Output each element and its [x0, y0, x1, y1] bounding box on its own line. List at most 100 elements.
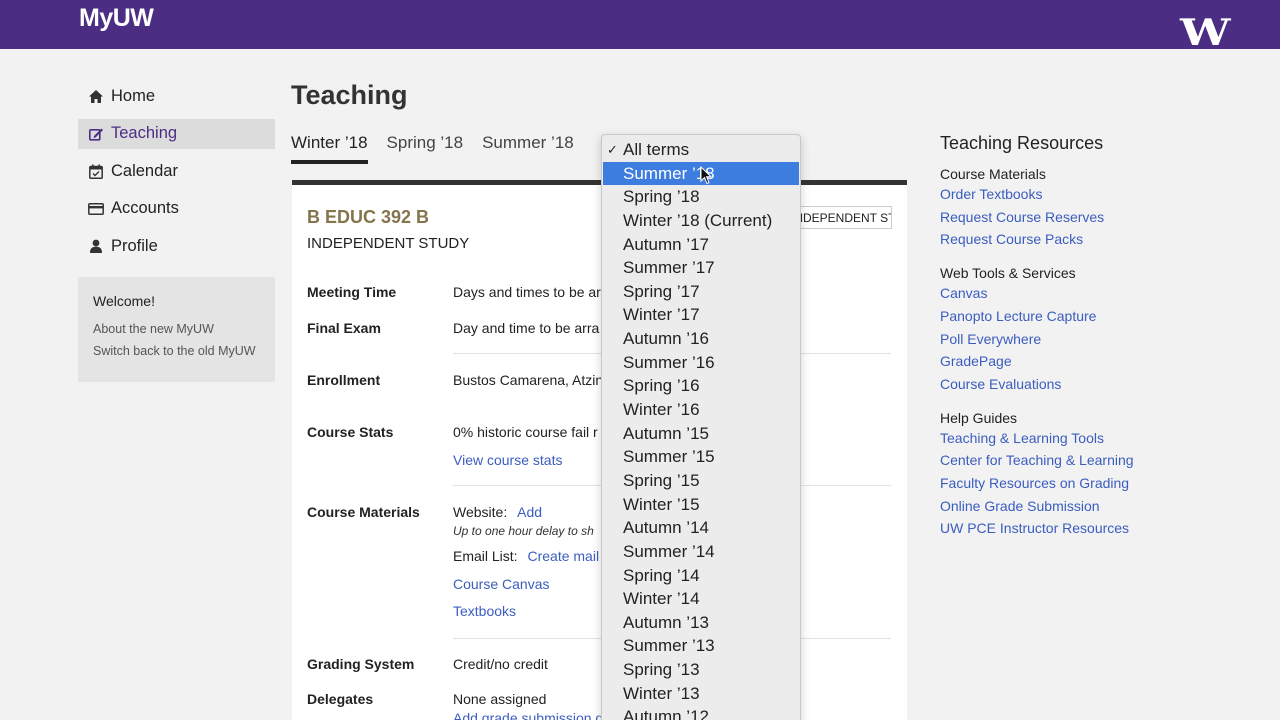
create-mailing-list-link[interactable]: Create mail [527, 548, 599, 564]
sidebar-item-calendar[interactable]: Calendar [78, 156, 275, 186]
delegates-value: None assigned [453, 691, 547, 707]
course-canvas-link[interactable]: Course Canvas [453, 576, 550, 592]
final-exam-value: Day and time to be arra [453, 320, 600, 336]
sidebar-item-teaching[interactable]: Teaching [78, 118, 275, 149]
checkmark-icon: ✓ [607, 142, 618, 157]
email-list-label: Email List: [453, 548, 518, 564]
request-course-reserves-link[interactable]: Request Course Reserves [940, 209, 1240, 227]
uw-w-logo[interactable]: W [1180, 15, 1231, 51]
dropdown-option[interactable]: ✓ All terms [602, 138, 800, 162]
sidebar-item-profile[interactable]: Profile [78, 231, 275, 261]
home-icon [88, 88, 104, 104]
view-course-stats-link[interactable]: View course stats [453, 452, 562, 468]
final-exam-label: Final Exam [307, 320, 381, 336]
dropdown-option[interactable]: Spring ’14 [602, 564, 800, 588]
dropdown-option[interactable]: Summer ’14 [602, 540, 800, 564]
dropdown-option[interactable]: Winter ’17 [602, 303, 800, 327]
myuw-logo[interactable]: MyUW [79, 4, 154, 33]
dropdown-option[interactable]: Autumn ’13 [602, 611, 800, 635]
grading-system-value: Credit/no credit [453, 656, 548, 672]
order-textbooks-link[interactable]: Order Textbooks [940, 186, 1240, 204]
dropdown-option[interactable]: Spring ’13 [602, 658, 800, 682]
meeting-time-label: Meeting Time [307, 284, 397, 300]
top-bar: MyUW W [0, 0, 1280, 51]
canvas-link[interactable]: Canvas [940, 285, 1240, 303]
resources-title: Teaching Resources [940, 133, 1104, 153]
tab-summer-18[interactable]: Summer ’18 [482, 133, 574, 164]
dropdown-option[interactable]: Spring ’16 [602, 374, 800, 398]
course-name: INDEPENDENT STUDY [307, 235, 470, 252]
sidebar-nav: Home Teaching Calendar Accounts Profile [78, 81, 275, 269]
enrollment-label: Enrollment [307, 372, 381, 388]
tab-spring-18[interactable]: Spring ’18 [387, 133, 464, 164]
teaching-learning-tools-link[interactable]: Teaching & Learning Tools [940, 430, 1240, 448]
panopto-link[interactable]: Panopto Lecture Capture [940, 308, 1240, 326]
sidebar-item-label: Home [111, 86, 156, 105]
dropdown-option[interactable]: Spring ’18 [602, 185, 800, 209]
dropdown-option[interactable]: Winter ’18 (Current) [602, 209, 800, 233]
edit-icon [88, 126, 104, 142]
dropdown-option[interactable]: Winter ’15 [602, 493, 800, 517]
credit-card-icon [88, 201, 104, 217]
dropdown-option[interactable]: Summer ’15 [602, 445, 800, 469]
about-new-myuw-link[interactable]: About the new MyUW [93, 322, 260, 336]
welcome-panel: Welcome! About the new MyUW Switch back … [78, 277, 275, 382]
request-course-packs-link[interactable]: Request Course Packs [940, 231, 1240, 249]
sidebar-item-label: Teaching [111, 124, 178, 142]
dropdown-option[interactable]: Spring ’15 [602, 469, 800, 493]
switch-old-myuw-link[interactable]: Switch back to the old MyUW [93, 344, 260, 358]
sidebar-item-label: Calendar [111, 161, 178, 180]
textbooks-link[interactable]: Textbooks [453, 603, 516, 619]
grading-system-label: Grading System [307, 656, 415, 672]
dropdown-option[interactable]: Summer ’17 [602, 256, 800, 280]
course-materials-label: Course Materials [307, 504, 420, 520]
sidebar-item-label: Accounts [111, 199, 179, 217]
sidebar-item-accounts[interactable]: Accounts [78, 194, 275, 224]
calendar-icon [88, 163, 104, 179]
dropdown-option[interactable]: Autumn ’14 [602, 516, 800, 540]
dropdown-option[interactable]: Summer ’13 [602, 634, 800, 658]
section-type-badge: INDEPENDENT STUDY [790, 206, 892, 229]
gradepage-link[interactable]: GradePage [940, 353, 1240, 371]
course-code: B EDUC 392 B [307, 207, 430, 227]
center-teaching-learning-link[interactable]: Center for Teaching & Learning [940, 452, 1240, 470]
dropdown-option[interactable]: Spring ’17 [602, 280, 800, 304]
page-title: Teaching [291, 80, 408, 110]
resource-group-title: Web Tools & Services [940, 265, 1076, 282]
sidebar-item-home[interactable]: Home [78, 81, 275, 111]
course-evaluations-link[interactable]: Course Evaluations [940, 376, 1240, 394]
dropdown-option[interactable]: Winter ’13 [602, 682, 800, 706]
delegates-label: Delegates [307, 691, 374, 707]
dropdown-option[interactable]: Autumn ’15 [602, 422, 800, 446]
dropdown-option[interactable]: Winter ’16 [602, 398, 800, 422]
website-delay-note: Up to one hour delay to sh [453, 524, 594, 538]
course-stats-value: 0% historic course fail r [453, 424, 598, 440]
term-select-dropdown[interactable]: ✓ All terms Summer ’18 Spring ’18 Winter … [601, 134, 801, 720]
course-card: B EDUC 392 B INDEPENDENT STUDY INDEPENDE… [292, 180, 907, 720]
dropdown-option[interactable]: Autumn ’12 [602, 705, 800, 720]
meeting-time-value: Days and times to be ar [453, 284, 601, 300]
welcome-title: Welcome! [93, 293, 155, 309]
add-grade-submission-link[interactable]: Add grade submission d [453, 710, 603, 720]
online-grade-submission-link[interactable]: Online Grade Submission [940, 498, 1240, 516]
dropdown-option[interactable]: Autumn ’16 [602, 327, 800, 351]
uw-pce-resources-link[interactable]: UW PCE Instructor Resources [940, 520, 1240, 538]
tab-winter-18[interactable]: Winter ’18 [291, 133, 368, 164]
user-icon [88, 238, 104, 254]
dropdown-option[interactable]: Autumn ’17 [602, 233, 800, 257]
website-row: Website: Add [453, 504, 542, 520]
resource-group-title: Course Materials [940, 166, 1046, 182]
term-tabs: Winter ’18 Spring ’18 Summer ’18 [291, 133, 593, 164]
dropdown-option[interactable]: Summer ’16 [602, 351, 800, 375]
website-label: Website: [453, 504, 508, 520]
mouse-cursor-icon [700, 166, 712, 185]
website-add-link[interactable]: Add [517, 504, 542, 520]
resource-group-title: Help Guides [940, 409, 1018, 426]
course-stats-label: Course Stats [307, 424, 394, 440]
enrollment-value: Bustos Camarena, Atzin [453, 372, 604, 388]
faculty-grading-resources-link[interactable]: Faculty Resources on Grading [940, 475, 1240, 493]
dropdown-option[interactable]: Winter ’14 [602, 587, 800, 611]
sidebar-item-label: Profile [111, 236, 158, 255]
poll-everywhere-link[interactable]: Poll Everywhere [940, 331, 1240, 349]
teaching-resources-panel: Teaching Resources Course Materials Orde… [940, 133, 1240, 543]
